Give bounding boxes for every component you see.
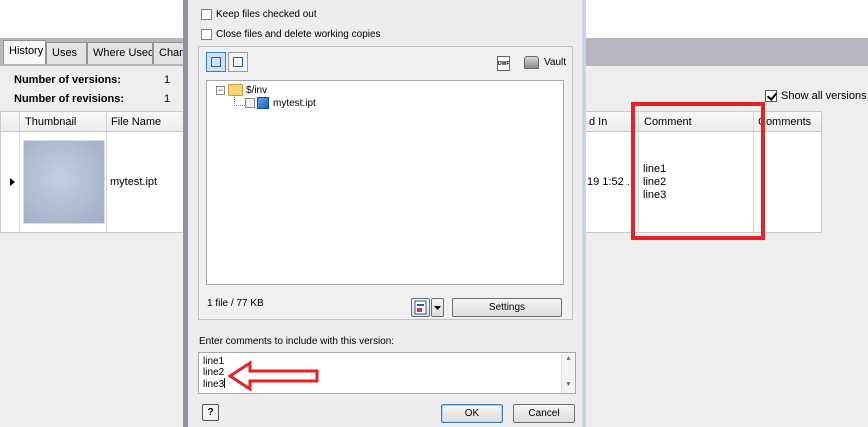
keep-checked-out-label: Keep files checked out [216,9,317,20]
include-files-icon [414,300,427,315]
comment-line: line2 [203,367,225,378]
cancel-button[interactable]: Cancel [513,404,575,423]
tree-view-icon [211,57,221,67]
close-files-option[interactable]: Close files and delete working copies [201,29,381,40]
show-all-versions-checkbox[interactable] [765,90,777,102]
file-count-size: 1 file / 77 KB [207,298,264,309]
versions-value: 1 [164,74,171,86]
tree-root-folder[interactable]: $/inv [246,85,267,96]
revisions-value: 1 [164,93,171,105]
tab-uses[interactable]: Uses [46,42,87,64]
scroll-down-icon[interactable]: ▼ [562,381,575,388]
ok-button[interactable]: OK [441,404,503,423]
column-thumbnail[interactable]: Thumbnail [21,112,76,132]
chevron-down-icon [434,306,441,310]
show-all-versions-label: Show all versions [781,90,867,102]
scroll-up-icon[interactable]: ▲ [562,355,575,362]
tab-changes[interactable]: Chan [153,42,185,64]
close-files-label: Close files and delete working copies [216,29,381,40]
column-checked-in[interactable]: d In [585,112,607,132]
file-tree[interactable]: − $/inv mytest.ipt [206,80,564,285]
include-options-dropdown[interactable] [431,298,444,317]
comment-line-last: line3 [203,378,226,390]
column-divider [19,112,20,234]
keep-checked-out-option[interactable]: Keep files checked out [201,9,317,20]
annotation-arrow-icon [228,360,319,392]
grid-view-icon [233,57,243,67]
tree-view-button[interactable] [206,52,226,72]
comment-prompt: Enter comments to include with this vers… [199,336,395,347]
collapse-icon[interactable]: − [216,86,225,95]
keep-checked-out-checkbox[interactable] [201,9,212,20]
files-frame: DWF Vault − $/inv mytest.ipt 1 file / 77… [198,46,573,320]
column-divider [106,112,107,234]
file-include-checkbox[interactable] [245,98,255,108]
comment-line: line3 [203,379,225,390]
help-button[interactable]: ? [202,404,219,421]
row-file-name[interactable]: mytest.ipt [110,176,157,188]
file-thumbnail [23,140,105,224]
column-file-name[interactable]: File Name [107,112,161,132]
folder-icon [228,84,243,96]
current-row-indicator-icon [10,178,15,186]
tab-history[interactable]: History [3,40,46,64]
grid-view-button[interactable] [228,52,248,72]
dwf-icon[interactable]: DWF [497,56,510,71]
row-checked-in: 19 1:52 .. [587,176,633,188]
include-files-button[interactable] [411,298,430,317]
comment-line: line1 [203,356,225,367]
comment-highlight-box [631,102,765,240]
settings-button[interactable]: Settings [452,298,562,317]
close-files-checkbox[interactable] [201,29,212,40]
versions-label: Number of versions: [14,74,121,86]
tab-where-used[interactable]: Where Used [87,42,153,64]
tree-connector [234,105,245,106]
revisions-label: Number of revisions: [14,93,125,105]
part-file-icon [257,97,269,109]
show-all-versions-toggle[interactable]: Show all versions [765,90,867,102]
tree-file-item[interactable]: mytest.ipt [273,98,316,109]
vault-label: Vault [544,57,567,68]
vault-icon [524,56,539,69]
text-cursor [224,378,226,388]
comment-scrollbar[interactable]: ▲ ▼ [561,353,575,393]
